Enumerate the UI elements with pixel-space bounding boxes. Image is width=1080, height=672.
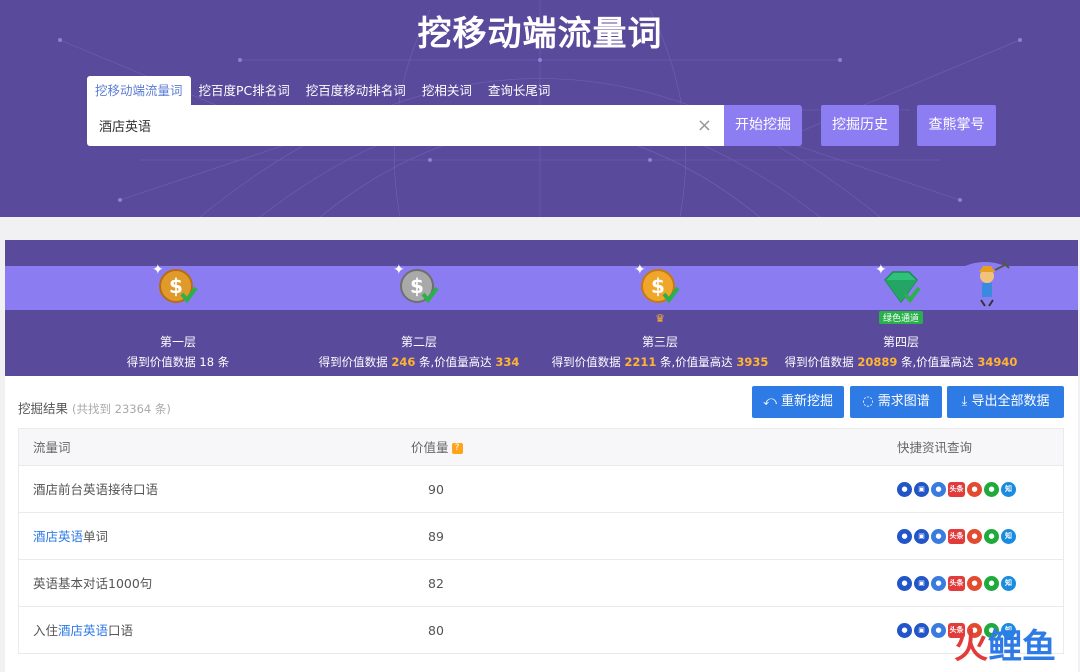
start-mining-button[interactable]: 开始挖掘: [724, 105, 802, 146]
help-icon[interactable]: ?: [451, 443, 463, 454]
table-row: 英语基本对话1000句 82 ● ▣ ● 头条 ● ● 知: [18, 560, 1064, 607]
level-3: ✦ $ ♛ 第三层 得到价值数据 2211 条,价值量高达 3935: [540, 262, 780, 370]
baidu-icon[interactable]: ●: [897, 529, 912, 544]
doc-icon[interactable]: ▣: [914, 623, 929, 638]
level-desc: 得到价值数据 2211 条,价值量高达 3935: [551, 355, 769, 369]
re-mine-button[interactable]: ⤺ 重新挖掘: [752, 386, 844, 418]
level-2: ✦ $ 第二层 得到价值数据 246 条,价值量高达 334: [299, 262, 539, 370]
watermark-logo: 火鲤鱼: [954, 627, 1056, 667]
baike-icon[interactable]: ●: [931, 529, 946, 544]
level-name: 第二层: [400, 335, 437, 349]
tab-baidu-mobile-rank[interactable]: 挖百度移动排名词: [298, 76, 414, 105]
toutiao-icon[interactable]: 头条: [948, 576, 965, 591]
value-cell: 89: [428, 529, 444, 544]
gold-coin-icon: $: [641, 269, 680, 304]
keyword-input[interactable]: [87, 105, 677, 146]
graph-icon: ◌: [862, 394, 874, 409]
mining-tabs: 挖移动端流量词 挖百度PC排名词 挖百度移动排名词 挖相关词 查询长尾词: [87, 76, 558, 105]
table-row: 酒店英语单词 89 ● ▣ ● 头条 ● ● 知: [18, 513, 1064, 560]
level-1: ✦ $ 第一层 得到价值数据 18 条: [58, 262, 298, 370]
quick-query-icons: ● ▣ ● 头条 ● ● 知: [897, 466, 1016, 513]
svg-text:$: $: [410, 274, 424, 298]
value-cell: 80: [428, 623, 444, 638]
wechat-icon[interactable]: ●: [984, 576, 999, 591]
column-header-keyword: 流量词: [33, 440, 71, 455]
wechat-icon[interactable]: ●: [984, 482, 999, 497]
mining-levels-panel: ✦ $ 第一层 得到价值数据 18 条 ✦ $ 第二层 得到价值数据 246 条…: [5, 240, 1078, 376]
download-icon: ⤓: [961, 394, 968, 409]
results-panel: 挖掘结果 (共找到 23364 条) ⤺ 重新挖掘 ◌ 需求图谱 ⤓ 导出全部数…: [5, 376, 1078, 672]
zhihu-icon[interactable]: 知: [1001, 576, 1016, 591]
weibo-icon[interactable]: ●: [967, 529, 982, 544]
level-desc: 得到价值数据 246 条,价值量高达 334: [318, 355, 520, 369]
mining-history-button[interactable]: 挖掘历史: [821, 105, 899, 146]
level-desc: 得到价值数据 20889 条,价值量高达 34940: [784, 355, 1018, 369]
column-header-value: 价值量?: [411, 429, 463, 467]
baike-icon[interactable]: ●: [931, 482, 946, 497]
level-name: 第四层: [882, 335, 919, 349]
miner-icon: [949, 261, 1021, 310]
page-title: 挖移动端流量词: [417, 14, 663, 54]
tab-baidu-pc-rank[interactable]: 挖百度PC排名词: [191, 76, 298, 105]
level-name: 第三层: [641, 335, 678, 349]
baike-icon[interactable]: ●: [931, 576, 946, 591]
green-diamond-icon: [884, 271, 921, 304]
column-header-quick-query: 快捷资讯查询: [897, 440, 973, 455]
level-name: 第一层: [159, 335, 196, 349]
export-all-button[interactable]: ⤓ 导出全部数据: [947, 386, 1064, 418]
level-desc: 得到价值数据 18 条: [126, 355, 230, 369]
baike-icon[interactable]: ●: [931, 623, 946, 638]
close-icon[interactable]: ×: [697, 115, 712, 136]
silver-coin-icon: $: [400, 269, 439, 304]
table-row: 入住酒店英语口语 80 ● ▣ ● 头条 ● ● 知: [18, 607, 1064, 654]
zhihu-icon[interactable]: 知: [1001, 482, 1016, 497]
results-table: 流量词 价值量? 快捷资讯查询 酒店前台英语接待口语 90 ● ▣ ● 头条 ●…: [18, 428, 1064, 654]
demand-graph-button[interactable]: ◌ 需求图谱: [850, 386, 942, 418]
tab-long-tail[interactable]: 查询长尾词: [480, 76, 559, 105]
value-cell: 90: [428, 482, 444, 497]
keyword-cell[interactable]: 入住酒店英语口语: [33, 607, 133, 654]
svg-text:$: $: [169, 274, 183, 298]
doc-icon[interactable]: ▣: [914, 576, 929, 591]
gold-coin-icon: $: [159, 269, 198, 304]
tab-related-words[interactable]: 挖相关词: [414, 76, 480, 105]
keyword-cell[interactable]: 酒店前台英语接待口语: [33, 466, 158, 513]
keyword-cell[interactable]: 酒店英语单词: [33, 513, 108, 560]
refresh-icon: ⤺: [762, 394, 777, 409]
weibo-icon[interactable]: ●: [967, 482, 982, 497]
value-cell: 82: [428, 576, 444, 591]
doc-icon[interactable]: ▣: [914, 482, 929, 497]
toutiao-icon[interactable]: 头条: [948, 482, 965, 497]
toutiao-icon[interactable]: 头条: [948, 529, 965, 544]
doc-icon[interactable]: ▣: [914, 529, 929, 544]
results-count: (共找到 23364 条): [72, 402, 171, 416]
baidu-icon[interactable]: ●: [897, 576, 912, 591]
baidu-icon[interactable]: ●: [897, 482, 912, 497]
table-header: 流量词 价值量? 快捷资讯查询: [18, 428, 1064, 466]
check-xiongzhang-button[interactable]: 查熊掌号: [917, 105, 996, 146]
search-box: ×: [87, 105, 724, 146]
green-channel-badge: 绿色通道: [878, 311, 924, 324]
table-row: 酒店前台英语接待口语 90 ● ▣ ● 头条 ● ● 知: [18, 466, 1064, 513]
svg-text:$: $: [651, 274, 665, 298]
zhihu-icon[interactable]: 知: [1001, 529, 1016, 544]
header-banner: 挖移动端流量词 挖移动端流量词 挖百度PC排名词 挖百度移动排名词 挖相关词 查…: [0, 0, 1080, 217]
quick-query-icons: ● ▣ ● 头条 ● ● 知: [897, 513, 1016, 560]
crown-icon: ♛: [655, 312, 665, 325]
quick-query-icons: ● ▣ ● 头条 ● ● 知: [897, 560, 1016, 607]
wechat-icon[interactable]: ●: [984, 529, 999, 544]
results-title: 挖掘结果 (共找到 23364 条): [18, 401, 171, 416]
keyword-cell[interactable]: 英语基本对话1000句: [33, 560, 152, 607]
baidu-icon[interactable]: ●: [897, 623, 912, 638]
tab-mobile-traffic[interactable]: 挖移动端流量词: [87, 76, 191, 105]
weibo-icon[interactable]: ●: [967, 576, 982, 591]
